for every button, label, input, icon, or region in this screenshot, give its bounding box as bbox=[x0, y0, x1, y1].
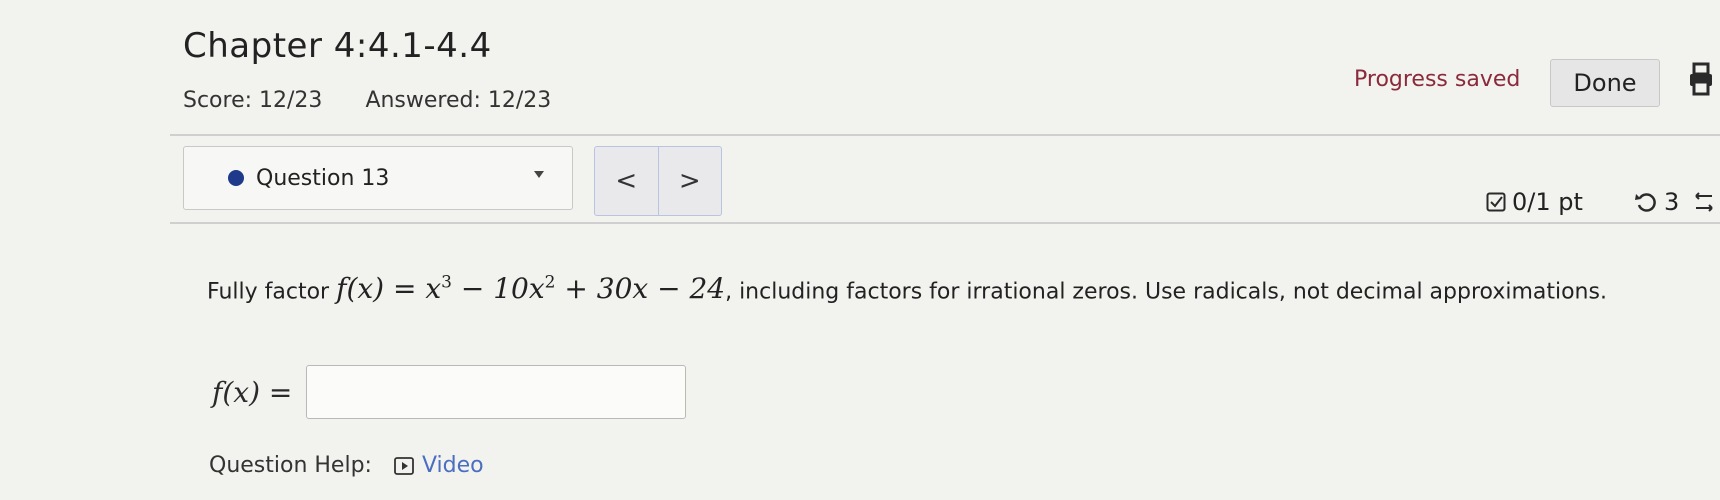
video-icon bbox=[394, 456, 414, 475]
video-help-link[interactable]: Video bbox=[394, 453, 484, 478]
points-indicator: 0/1 pt bbox=[1486, 188, 1583, 216]
done-button[interactable]: Done bbox=[1550, 59, 1660, 107]
more-icon[interactable] bbox=[1694, 190, 1714, 216]
prompt-prefix: Fully factor bbox=[207, 279, 330, 305]
attempts-indicator[interactable]: 3 bbox=[1634, 188, 1679, 216]
question-selector[interactable]: Question 13 bbox=[183, 146, 573, 210]
answer-row: f(x) = bbox=[212, 365, 687, 419]
question-help-label: Question Help: bbox=[209, 453, 372, 478]
expr-exp1: 3 bbox=[441, 273, 452, 293]
previous-question-button[interactable]: < bbox=[594, 146, 659, 216]
expr-exp2: 2 bbox=[544, 273, 556, 293]
prompt-suffix: , including factors for irrational zeros… bbox=[725, 279, 1607, 305]
expr-func: f(x) = x bbox=[336, 272, 442, 306]
page-title: Chapter 4:4.1-4.4 bbox=[183, 26, 492, 66]
status-dot bbox=[228, 170, 244, 186]
attempts-count: 3 bbox=[1664, 188, 1680, 216]
print-icon[interactable] bbox=[1688, 62, 1714, 98]
page: Chapter 4:4.1-4.4 Score: 12/23 Answered:… bbox=[0, 0, 1720, 500]
answered-text: Answered: 12/23 bbox=[365, 88, 552, 113]
check-icon bbox=[1486, 192, 1506, 212]
question-prompt: Fully factor f(x) = x3 − 10x2 + 30x − 24… bbox=[207, 264, 1627, 311]
score-text: Score: 12/23 bbox=[183, 88, 323, 113]
answer-label: f(x) = bbox=[212, 375, 293, 409]
score-summary: Score: 12/23 Answered: 12/23 bbox=[183, 88, 587, 113]
video-link-label: Video bbox=[421, 453, 484, 478]
chevron-down-icon bbox=[534, 171, 544, 178]
function-expression: f(x) = x3 − 10x2 + 30x − 24 bbox=[336, 272, 725, 305]
question-help: Question Help: Video bbox=[209, 453, 484, 478]
retry-icon bbox=[1635, 193, 1656, 212]
question-divider bbox=[170, 222, 1720, 224]
question-selector-label: Question 13 bbox=[256, 165, 390, 191]
progress-status: Progress saved bbox=[1354, 67, 1521, 92]
points-text: 0/1 pt bbox=[1512, 188, 1583, 216]
expr-tail: + 30x − 24 bbox=[555, 272, 726, 306]
next-question-button[interactable]: > bbox=[658, 146, 722, 216]
expr-mid: − 10x bbox=[451, 272, 545, 306]
header-divider bbox=[170, 134, 1720, 136]
answer-input[interactable] bbox=[306, 365, 687, 419]
question-nav: < > bbox=[594, 146, 722, 216]
